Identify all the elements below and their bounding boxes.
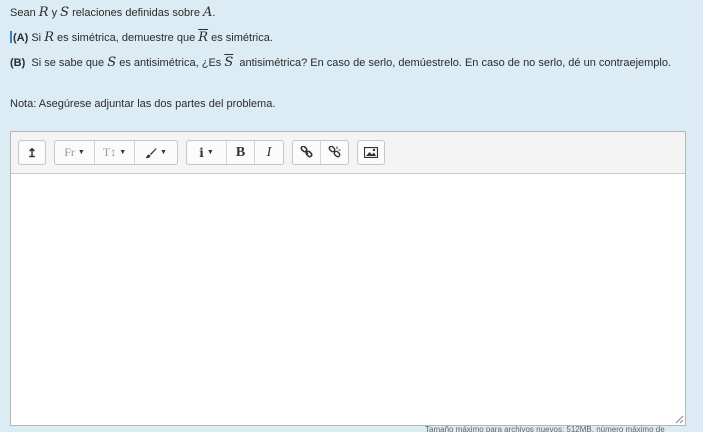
toolbar-group-font: Fr ▼ T↕ ▼ ▼ bbox=[54, 140, 178, 165]
intro-period: . bbox=[212, 7, 216, 19]
info-button[interactable]: i ▼ bbox=[187, 141, 227, 164]
link-icon bbox=[300, 146, 313, 158]
part-b-text: es antisimétrica, ¿Es bbox=[116, 57, 225, 69]
collapse-button[interactable]: ↥ bbox=[19, 141, 45, 164]
bold-icon: B bbox=[235, 144, 246, 160]
set-a-symbol: A bbox=[203, 5, 213, 20]
resize-grip-icon[interactable] bbox=[674, 414, 684, 424]
intro-text-and: y bbox=[48, 7, 61, 19]
toolbar-group-format: i ▼ B I bbox=[186, 140, 284, 165]
italic-button[interactable]: I bbox=[255, 141, 283, 164]
part-b-label: (B) bbox=[10, 57, 26, 69]
relation-r-complement-symbol: R bbox=[198, 30, 209, 45]
toolbar-group-collapse: ↥ bbox=[18, 140, 46, 165]
intro-text: Sean bbox=[10, 7, 39, 19]
chevron-down-icon: ▼ bbox=[160, 149, 167, 156]
part-b: (B) Si se sabe que S es antisimétrica, ¿… bbox=[10, 55, 671, 70]
text-size-icon: T↕ bbox=[102, 145, 117, 159]
part-a-text: es simétrica, demuestre que bbox=[53, 32, 199, 44]
unlink-button[interactable] bbox=[321, 141, 348, 164]
chevron-down-icon: ▼ bbox=[77, 149, 85, 156]
part-b-text: Si se sabe que bbox=[25, 57, 108, 69]
insert-image-button[interactable] bbox=[358, 141, 384, 164]
note-text: Nota: Asegúrese adjuntar las dos partes … bbox=[10, 98, 276, 110]
text-cursor bbox=[10, 31, 12, 43]
question-intro: Sean R y S relaciones definidas sobre A. bbox=[10, 5, 215, 20]
relation-s-symbol: S bbox=[60, 5, 70, 20]
italic-icon: I bbox=[266, 144, 272, 160]
editor-toolbar: ↥ Fr ▼ T↕ ▼ ▼ i ▼ B I bbox=[11, 132, 685, 174]
link-button[interactable] bbox=[293, 141, 321, 164]
file-size-limit-text: Tamaño máximo para archivos nuevos: 512M… bbox=[425, 425, 665, 432]
font-icon: Fr bbox=[64, 145, 75, 159]
brush-icon bbox=[145, 147, 157, 158]
part-a-label: (A) bbox=[13, 32, 29, 44]
part-a: (A) Si R es simétrica, demuestre que R e… bbox=[10, 30, 273, 45]
part-a-text: es simétrica. bbox=[208, 32, 273, 44]
bold-button[interactable]: B bbox=[227, 141, 255, 164]
info-icon: i bbox=[199, 145, 204, 160]
relation-r-symbol: R bbox=[44, 30, 54, 45]
relation-s-symbol: S bbox=[107, 55, 117, 70]
font-size-button[interactable]: T↕ ▼ bbox=[95, 141, 135, 164]
relation-s-complement-symbol: S bbox=[224, 55, 234, 70]
toolbar-group-image bbox=[357, 140, 385, 165]
chevron-down-icon: ▼ bbox=[119, 149, 127, 156]
unlink-icon bbox=[328, 146, 341, 158]
part-a-text: Si bbox=[28, 32, 45, 44]
intro-text-defined: relaciones definidas sobre bbox=[69, 7, 203, 19]
font-family-button[interactable]: Fr ▼ bbox=[55, 141, 95, 164]
image-icon bbox=[364, 147, 378, 158]
relation-r-symbol: R bbox=[38, 5, 49, 20]
style-button[interactable]: ▼ bbox=[135, 141, 177, 164]
rich-text-editor: ↥ Fr ▼ T↕ ▼ ▼ i ▼ B I bbox=[10, 131, 686, 426]
editor-content-area[interactable] bbox=[11, 174, 685, 425]
part-b-text: antisimétrica? En caso de serlo, demúest… bbox=[233, 57, 672, 69]
collapse-icon: ↥ bbox=[26, 145, 38, 160]
toolbar-group-links bbox=[292, 140, 349, 165]
chevron-down-icon: ▼ bbox=[206, 149, 214, 156]
